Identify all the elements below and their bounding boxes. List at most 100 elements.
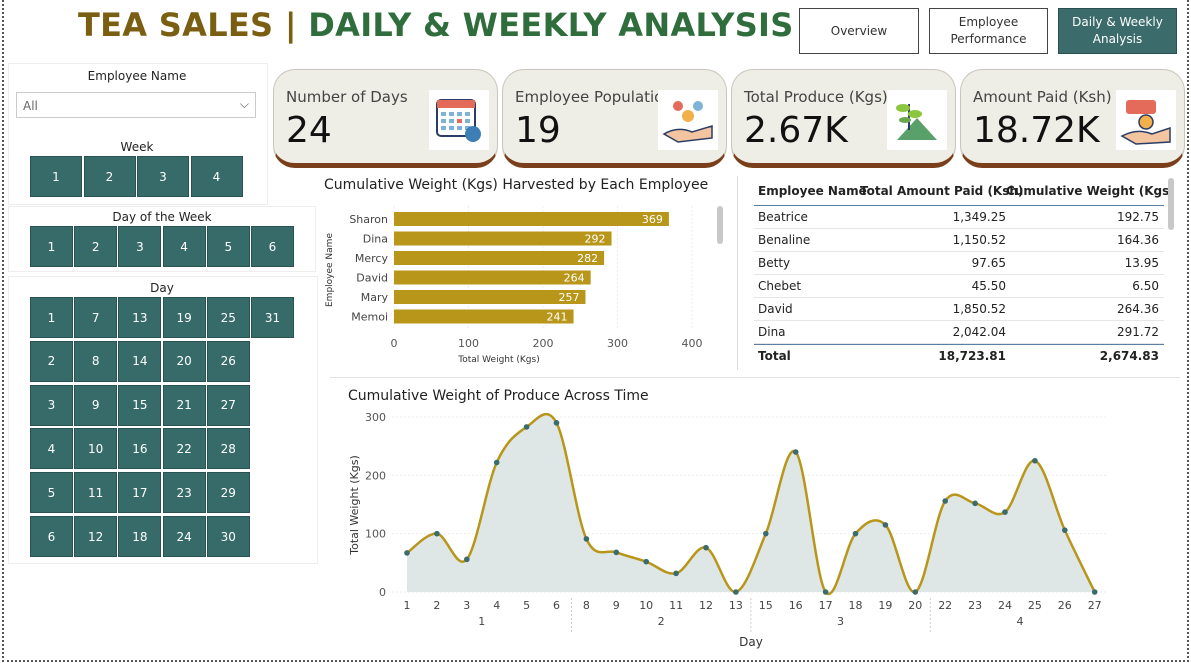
area-x-tick-label: 24	[998, 599, 1012, 612]
area-point[interactable]	[523, 424, 530, 430]
day-tile[interactable]: 24	[162, 516, 206, 557]
area-point[interactable]	[942, 498, 948, 504]
area-x-tick-label: 11	[669, 599, 683, 612]
week-tile[interactable]: 2	[83, 156, 136, 197]
area-point[interactable]	[792, 449, 799, 455]
bar-mark[interactable]	[394, 290, 586, 304]
day-tile[interactable]: 6	[30, 516, 73, 557]
bar-category-label: Mary	[361, 291, 389, 304]
day-tile[interactable]: 16	[118, 428, 162, 470]
bar-mark[interactable]	[394, 231, 612, 246]
area-point[interactable]	[763, 530, 769, 537]
day-tile[interactable]: 19	[162, 297, 206, 338]
day-tile[interactable]: 4	[30, 428, 73, 470]
area-point[interactable]	[464, 556, 470, 563]
area-point[interactable]	[822, 589, 829, 595]
day-tile[interactable]: 23	[162, 472, 206, 514]
week-tile[interactable]: 3	[137, 156, 189, 197]
day-tile[interactable]: 20	[162, 340, 206, 382]
employee-name-dropdown[interactable]: All ⌵	[16, 92, 256, 118]
area-point[interactable]	[673, 570, 679, 577]
table-total-row: Total 18,723.81 2,674.83	[754, 344, 1164, 366]
table-header-weight[interactable]: Cumulative Weight (Kgs)	[1006, 184, 1175, 198]
day-tile[interactable]: 1	[30, 297, 73, 338]
area-point[interactable]	[852, 530, 859, 537]
table-header-employee[interactable]: Employee Name	[754, 184, 867, 198]
day-tile[interactable]: 27	[206, 384, 250, 426]
day-tile[interactable]: 14	[118, 340, 162, 382]
day-tile[interactable]: 22	[162, 428, 206, 470]
day-tile[interactable]: 2	[30, 340, 73, 382]
day-tile[interactable]: 10	[74, 428, 118, 470]
bar-mark[interactable]	[394, 251, 605, 265]
area-x-tick-label: 15	[759, 599, 773, 612]
daily-weekly-nav-button[interactable]: Daily & Weekly Analysis	[1058, 8, 1177, 54]
employee-name-filter-label: Employee Name	[87, 69, 187, 83]
day-of-week-tile[interactable]: 2	[74, 226, 118, 267]
area-point[interactable]	[882, 522, 889, 528]
table-row[interactable]: Benaline 1,150.52 164.36	[754, 229, 1164, 252]
bar-x-axis-title: Total Weight (Kgs)	[457, 355, 539, 365]
area-x-tick-label: 5	[523, 599, 530, 612]
area-x-tick-label: 22	[938, 599, 952, 612]
week-tile[interactable]: 1	[30, 156, 82, 197]
area-point[interactable]	[1091, 589, 1098, 595]
day-of-week-tile[interactable]: 6	[251, 226, 294, 267]
area-point[interactable]	[613, 549, 620, 556]
day-tile[interactable]: 31	[251, 297, 294, 338]
day-of-week-tile[interactable]: 1	[30, 226, 73, 267]
area-point[interactable]	[972, 500, 978, 507]
table-scrollbar[interactable]	[1168, 178, 1174, 230]
area-point[interactable]	[733, 589, 739, 595]
area-point[interactable]	[912, 589, 919, 595]
table-row[interactable]: Chebet 45.50 6.50	[754, 275, 1164, 298]
day-tile[interactable]: 7	[74, 297, 118, 338]
area-point[interactable]	[703, 544, 709, 551]
area-point[interactable]	[404, 550, 410, 556]
bar-mark[interactable]	[394, 270, 591, 285]
area-point[interactable]	[493, 459, 500, 466]
table-row[interactable]: Dina 2,042.04 291.72	[754, 321, 1164, 344]
day-of-week-tile[interactable]: 5	[206, 226, 250, 267]
day-tile[interactable]: 11	[74, 472, 118, 514]
day-tile[interactable]: 28	[206, 428, 250, 470]
day-tile[interactable]: 18	[118, 516, 162, 557]
table-row[interactable]: Beatrice 1,349.25 192.75	[754, 206, 1164, 229]
bar-mark[interactable]	[394, 212, 669, 226]
table-row[interactable]: David 1,850.52 264.36	[754, 298, 1164, 321]
title-part-1: TEA SALES |	[78, 6, 309, 44]
day-of-week-tile[interactable]: 3	[118, 226, 162, 267]
day-of-week-tile[interactable]: 4	[162, 226, 206, 267]
table-cell: 1,349.25	[952, 210, 1006, 224]
day-tile[interactable]: 15	[118, 384, 162, 426]
area-point[interactable]	[583, 536, 590, 542]
day-tile[interactable]: 12	[74, 516, 118, 557]
area-point[interactable]	[1002, 509, 1008, 515]
day-tile[interactable]: 26	[206, 340, 250, 382]
day-tile[interactable]: 9	[74, 384, 118, 426]
day-tile[interactable]: 8	[74, 340, 118, 382]
area-point[interactable]	[1062, 527, 1068, 533]
day-tile[interactable]: 3	[30, 384, 73, 426]
table-row[interactable]: Betty 97.65 13.95	[754, 252, 1164, 275]
area-point[interactable]	[643, 558, 649, 565]
area-point[interactable]	[434, 530, 440, 537]
employee-performance-nav-button[interactable]: Employee Performance	[929, 8, 1048, 54]
day-tile[interactable]: 30	[206, 516, 250, 557]
overview-nav-button[interactable]: Overview	[799, 8, 919, 54]
area-point[interactable]	[1032, 457, 1038, 464]
day-tile[interactable]: 13	[118, 297, 162, 338]
day-tile[interactable]: 29	[206, 472, 250, 514]
day-tile[interactable]: 21	[162, 384, 206, 426]
employee-weight-bar-chart: 0 100 200 300 400 Sharon 369 Dina 292 Mercy 282 Dav…	[325, 206, 703, 365]
area-point[interactable]	[553, 420, 560, 426]
employee-dropdown-value: All	[23, 99, 38, 113]
day-tile[interactable]: 17	[118, 472, 162, 514]
kpi-value: 2.67K	[744, 110, 848, 151]
week-tile[interactable]: 4	[190, 156, 243, 197]
table-cell: 1,150.52	[952, 233, 1006, 247]
day-tile[interactable]: 25	[206, 297, 250, 338]
table-header-amount[interactable]: Total Amount Paid (Ksh)	[860, 184, 1023, 198]
bar-chart-scrollbar[interactable]	[717, 206, 723, 244]
day-tile[interactable]: 5	[30, 472, 73, 514]
